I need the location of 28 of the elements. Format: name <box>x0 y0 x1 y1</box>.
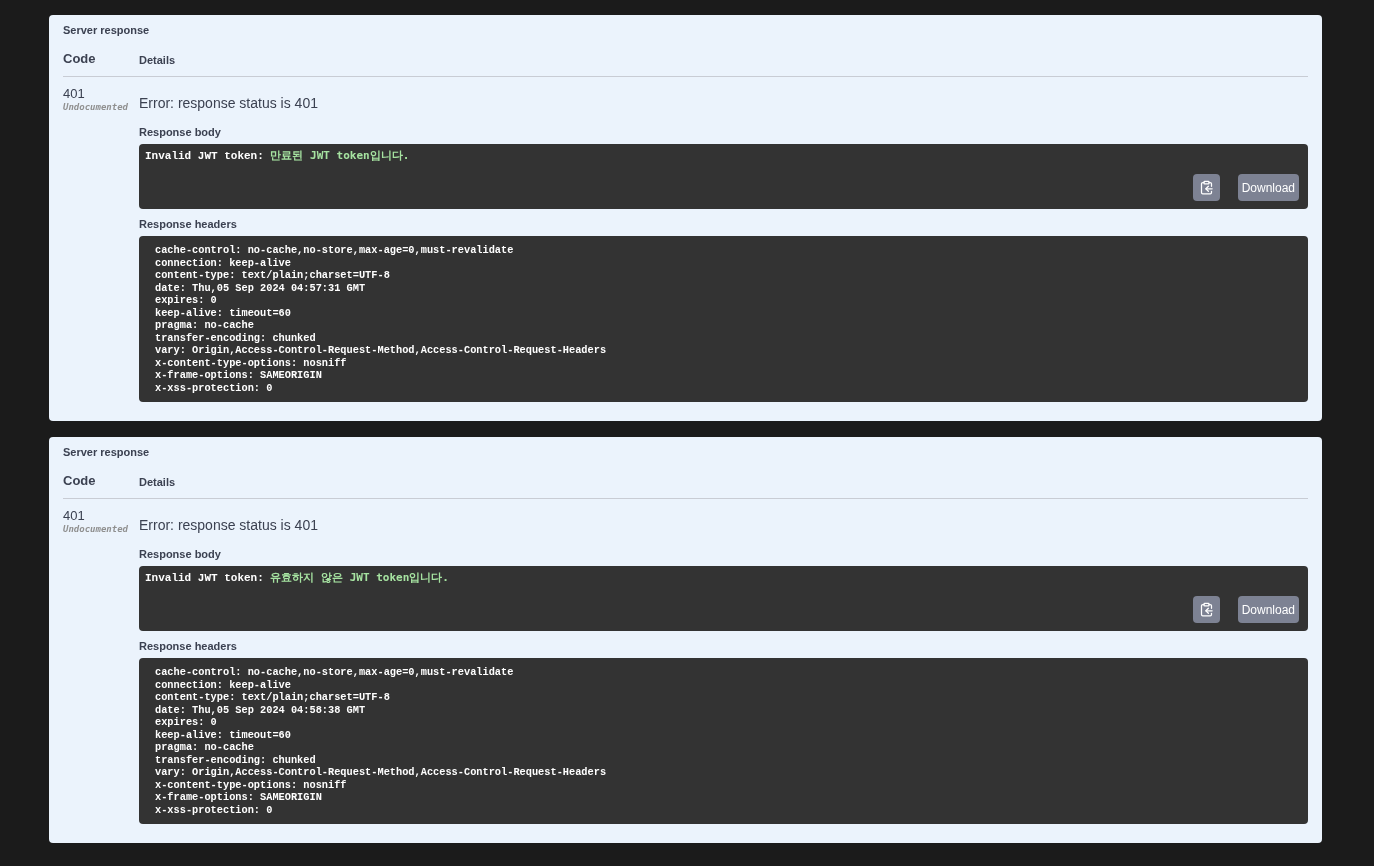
status-note: Undocumented <box>63 101 130 113</box>
body-text: Invalid JWT token: <box>145 150 265 162</box>
copy-button[interactable] <box>1192 174 1220 201</box>
download-button[interactable]: Download <box>1237 596 1299 623</box>
copy-button[interactable] <box>1192 596 1220 623</box>
body-message: 만료된 JWT token입니다. <box>270 149 410 162</box>
section-title: Server response <box>63 23 151 37</box>
section-title: Server response <box>63 445 151 459</box>
body-message: 유효하지 않은 JWT token입니다. <box>270 571 449 584</box>
error-message: Error: response status is 401 <box>139 95 319 111</box>
status-code: 401 <box>63 86 86 101</box>
column-header: Code <box>63 51 97 67</box>
status-code: 401 <box>63 508 86 523</box>
body-label: Response body <box>139 547 222 561</box>
clipboard-icon <box>1198 180 1214 195</box>
clipboard-icon <box>1198 602 1214 617</box>
error-message: Error: response status is 401 <box>139 517 319 533</box>
body-label: Response body <box>139 125 222 139</box>
headers-label: Response headers <box>139 217 238 231</box>
column-header: Details <box>139 475 176 489</box>
body-text: Invalid JWT token: <box>145 572 265 584</box>
headers-code: cache-control: no-cache,no-store,max-age=0,must-revalidate connection: keep-alive content-type: text/plain;charset=UTF-8 date: Thu,05 Sep 2024 04:58:38 GMT expires: 0 keep-alive: timeout=60 pragma: no-cache transfer-encoding: chunked vary: Origin,Access-Control-Request-Method,Access-Control-Request-Headers x-content-type-options: nosniff x-frame-options: SAMEORIGIN x-xss-protection: 0 <box>155 666 608 816</box>
headers-label: Response headers <box>139 639 238 653</box>
status-note: Undocumented <box>63 523 130 535</box>
column-header: Code <box>63 473 97 489</box>
download-button[interactable]: Download <box>1237 174 1299 201</box>
headers-code: cache-control: no-cache,no-store,max-age=0,must-revalidate connection: keep-alive content-type: text/plain;charset=UTF-8 date: Thu,05 Sep 2024 04:57:31 GMT expires: 0 keep-alive: timeout=60 pragma: no-cache transfer-encoding: chunked vary: Origin,Access-Control-Request-Method,Access-Control-Request-Headers x-content-type-options: nosniff x-frame-options: SAMEORIGIN x-xss-protection: 0 <box>155 244 608 394</box>
column-header: Details <box>139 53 176 67</box>
